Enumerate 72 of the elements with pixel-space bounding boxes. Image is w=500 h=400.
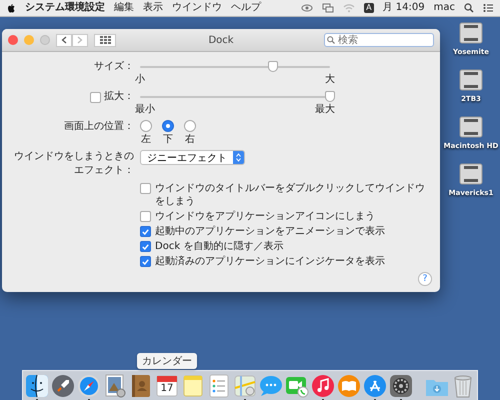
map-icon[interactable] (233, 374, 257, 398)
help-button[interactable]: ? (418, 272, 432, 286)
setting-label: ウインドウをしまうときのエフェクト： (13, 150, 134, 178)
search-icon[interactable] (464, 3, 474, 13)
displays-icon[interactable] (322, 3, 334, 13)
checkmark-icon (142, 258, 149, 264)
checkbox-label: Dock を自動的に隠す／表示 (155, 240, 284, 253)
hard-drive-icon[interactable] (458, 115, 483, 139)
speech-bubble-icon[interactable] (259, 374, 283, 398)
checkbox[interactable] (140, 256, 151, 267)
checklist-icon[interactable] (207, 374, 231, 398)
slider-max-label: 最大 (315, 104, 335, 116)
menu-item[interactable]: 編集 (114, 1, 134, 15)
menu-clock[interactable]: 月 14:09 (382, 1, 425, 15)
setting-label: 画面上の位置： (64, 120, 134, 134)
input-source-badge[interactable]: A (364, 3, 374, 13)
slider-min-label: 小 (135, 74, 145, 86)
checkbox-label: 起動済みのアプリケーションにインジケータを表示 (155, 255, 385, 268)
open-book-icon[interactable] (337, 374, 361, 398)
grid-icon (100, 36, 110, 44)
checkbox[interactable] (140, 226, 151, 237)
checkmark-icon (142, 228, 149, 234)
checkbox-label: ウインドウをアプリケーションアイコンにしまう (155, 210, 375, 223)
radio-label: 右 (185, 133, 195, 146)
search-icon (327, 36, 335, 44)
up-down-arrows-icon (236, 153, 241, 162)
checkmark-icon (142, 244, 149, 250)
back-button[interactable] (56, 34, 72, 46)
menu-item[interactable]: ウインドウ (172, 1, 222, 15)
radio-button[interactable] (162, 120, 174, 132)
checkbox[interactable] (140, 183, 151, 194)
list-icon[interactable] (483, 3, 494, 13)
effect-popup-button[interactable]: ジニーエフェクト (140, 150, 245, 165)
checkbox-label: 拡大： (104, 90, 134, 104)
dock-tooltip: カレンダー (137, 353, 197, 369)
chevron-left-icon (61, 36, 67, 44)
radio-button[interactable] (140, 120, 152, 132)
checkbox[interactable] (140, 241, 151, 252)
address-book-icon[interactable] (129, 374, 153, 398)
chevron-right-icon (77, 36, 83, 44)
compass-icon[interactable] (77, 374, 101, 398)
video-camera-icon[interactable] (285, 374, 309, 398)
checkbox[interactable] (140, 211, 151, 222)
menu-user-name[interactable]: mac (434, 1, 455, 15)
show-all-button[interactable] (94, 34, 116, 46)
eye-icon[interactable] (301, 3, 314, 13)
music-note-icon[interactable] (311, 374, 335, 398)
hard-drive-icon[interactable] (459, 21, 483, 45)
search-field[interactable]: 検索 (324, 33, 434, 47)
checkbox-label: 起動中のアプリケーションをアニメーションで表示 (155, 225, 385, 238)
slider-thumb[interactable] (268, 61, 278, 72)
radio-label: 左 (141, 133, 151, 146)
menu-item[interactable]: ヘルプ (231, 1, 261, 15)
menu-item[interactable]: 表示 (143, 1, 163, 15)
checkbox-label: ウインドウのタイトルバーをダブルクリックしてウインドウをしまう (155, 182, 426, 208)
radio-button[interactable] (184, 120, 196, 132)
photo-icon[interactable] (103, 374, 127, 398)
calendar-icon[interactable]: 17 (155, 374, 179, 398)
gear-icon[interactable] (389, 374, 413, 398)
checkbox[interactable] (90, 92, 101, 102)
slider-max-label: 大 (325, 74, 335, 86)
smiling-face-icon[interactable] (25, 374, 49, 398)
hard-drive-icon[interactable] (458, 162, 483, 186)
window-title: Dock (208, 34, 234, 46)
slider-thumb[interactable] (325, 91, 335, 102)
close-button[interactable] (8, 35, 18, 45)
hard-drive-icon[interactable] (459, 68, 483, 92)
setting-label: サイズ： (94, 60, 134, 74)
radio-label: 下 (163, 133, 173, 146)
menu-app-name[interactable]: システム環境設定 (25, 1, 105, 15)
slider-min-label: 最小 (135, 104, 155, 116)
apple-logo-icon[interactable] (6, 2, 16, 14)
